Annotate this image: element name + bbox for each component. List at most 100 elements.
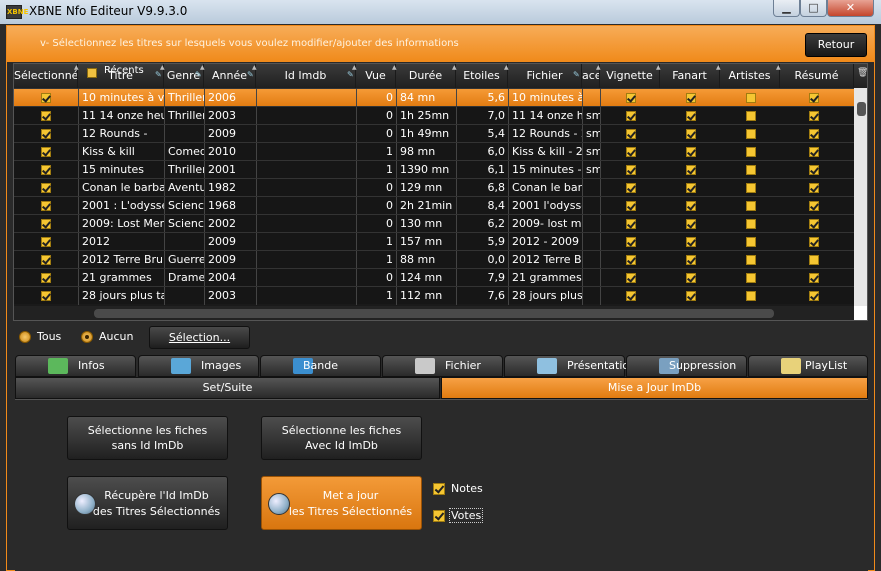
sort-icon[interactable]: ▲ [656,65,664,71]
vignette-checkbox[interactable] [626,165,636,175]
sort-icon[interactable]: ▲ [452,65,460,71]
table-row[interactable]: 2012 2009 1 157 mn 5,9 2012 - 2009 - [14,232,854,251]
sort-icon[interactable]: ▲ [504,65,512,71]
fanart-checkbox[interactable] [686,129,696,139]
fanart-checkbox[interactable] [686,183,696,193]
fetch-imdb-id-button[interactable]: Récupère l'Id ImDb des Titres Sélectionn… [67,476,228,530]
table-row[interactable]: 28 jours plus tar 2003 1 112 mn 7,6 28 jours … [14,286,854,305]
maximize-button[interactable]: □ [800,0,827,17]
vertical-scroll-thumb[interactable] [857,102,866,116]
select-with-imdb-button[interactable]: Sélectionne les fiches Avec Id ImDb [261,416,422,460]
tab-présentation[interactable]: Présentation [504,355,636,377]
filter-icon[interactable]: ✎ [195,71,203,79]
vignette-checkbox[interactable] [626,111,636,121]
artistes-checkbox[interactable] [746,201,756,211]
artistes-checkbox[interactable] [746,93,756,103]
selected-checkbox[interactable] [41,237,51,247]
horizontal-scroll-thumb[interactable] [94,309,774,318]
vignette-checkbox[interactable] [626,273,636,283]
column-header-fichier[interactable]: Fichier [508,64,582,88]
resume-checkbox[interactable] [809,183,819,193]
artistes-checkbox[interactable] [746,165,756,175]
fanart-checkbox[interactable] [686,255,696,265]
column-header-id-imdb[interactable]: Id Imdb [256,64,356,88]
tous-radio[interactable] [19,331,31,343]
artistes-checkbox[interactable] [746,183,756,193]
selected-checkbox[interactable] [41,255,51,265]
tab-suppression[interactable]: Suppression [626,355,747,377]
sort-icon[interactable]: ▲ [74,65,82,71]
minimize-button[interactable]: ▁ [773,0,800,17]
fanart-checkbox[interactable] [686,219,696,229]
filter-icon[interactable]: ✎ [573,71,581,79]
artistes-checkbox[interactable] [746,273,756,283]
fanart-checkbox[interactable] [686,291,696,301]
filter-icon[interactable]: ✎ [247,71,255,79]
vignette-checkbox[interactable] [626,147,636,157]
sort-icon[interactable]: ▲ [160,65,168,71]
votes-checkbox[interactable] [433,510,445,522]
notes-checkbox[interactable] [433,483,445,495]
selected-checkbox[interactable] [41,273,51,283]
sort-icon[interactable]: ▲ [596,65,604,71]
artistes-checkbox[interactable] [746,237,756,247]
table-row[interactable]: 12 Rounds - 2009 01h 49mn5,412 Rounds - 20… [14,124,854,143]
fanart-checkbox[interactable] [686,201,696,211]
table-row[interactable]: 2012 Terre Brule Guerre 2009 1 88 mn 0,0 2012 … [14,250,854,269]
resume-checkbox[interactable] [809,111,819,121]
column-header-etoiles[interactable]: Etoiles [456,64,508,88]
table-row[interactable]: Kiss & kill Comed 2010 1 98 mn 6,0 Kiss & kill… [14,142,854,161]
vertical-scrollbar[interactable] [854,88,867,306]
table-row[interactable]: 10 minutes à vivThriller2006 084 mn5,610 … [14,88,854,107]
selected-checkbox[interactable] [41,183,51,193]
filter-icon[interactable]: ✎ [155,71,163,79]
resume-checkbox[interactable] [809,273,819,283]
sort-icon[interactable]: ▲ [716,65,724,71]
fanart-checkbox[interactable] [686,147,696,157]
artistes-checkbox[interactable] [746,255,756,265]
tab-mise-a-jour-imdb[interactable]: Mise a Jour ImDb [441,377,868,399]
close-button[interactable]: ✕ [827,0,874,17]
vignette-checkbox[interactable] [626,201,636,211]
sort-icon[interactable]: ▲ [200,65,208,71]
table-row[interactable]: 15 minutes Thriller 2001 1 1390 mn 6,1 15 minu… [14,160,854,179]
column-header-resume[interactable]: Résumé [780,64,854,88]
selected-checkbox[interactable] [41,201,51,211]
table-row[interactable]: 21 grammes Drame 2004 0 124 mn 7,9 21 grammes … [14,268,854,287]
update-titles-button[interactable]: Met a jour les Titres Sélectionnés [261,476,422,530]
aucun-radio[interactable] [81,331,93,343]
delete-column-icon[interactable]: 🗑 [857,69,867,78]
vignette-checkbox[interactable] [626,219,636,229]
tab-set-suite[interactable]: Set/Suite [15,377,440,399]
tab-playlist[interactable]: PlayList [748,355,868,377]
resume-checkbox[interactable] [809,165,819,175]
resume-checkbox[interactable] [809,201,819,211]
fanart-checkbox[interactable] [686,93,696,103]
fanart-checkbox[interactable] [686,165,696,175]
artistes-checkbox[interactable] [746,291,756,301]
vignette-checkbox[interactable] [626,183,636,193]
horizontal-scrollbar[interactable] [14,306,854,320]
select-without-imdb-button[interactable]: Sélectionne les fiches sans Id ImDb [67,416,228,460]
sort-icon[interactable]: ▲ [352,65,360,71]
sort-icon[interactable]: ▲ [392,65,400,71]
resume-checkbox[interactable] [809,291,819,301]
selected-checkbox[interactable] [41,291,51,301]
resume-checkbox[interactable] [809,219,819,229]
tab-images[interactable]: Images [138,355,259,377]
column-header-fanart[interactable]: Fanart [660,64,720,88]
vignette-checkbox[interactable] [626,237,636,247]
artistes-checkbox[interactable] [746,111,756,121]
retour-button[interactable]: Retour [805,33,867,57]
recents-checkbox[interactable] [87,68,97,78]
selected-checkbox[interactable] [41,129,51,139]
title-bar[interactable]: XBNE XBNE Nfo Editeur V9.9.3.0 ▁ □ ✕ [0,0,881,24]
resume-checkbox[interactable] [809,129,819,139]
vignette-checkbox[interactable] [626,129,636,139]
filter-icon[interactable]: ✎ [347,71,355,79]
resume-checkbox[interactable] [809,237,819,247]
sort-icon[interactable]: ▲ [776,65,784,71]
selected-checkbox[interactable] [41,147,51,157]
resume-checkbox[interactable] [809,93,819,103]
resume-checkbox[interactable] [809,147,819,157]
